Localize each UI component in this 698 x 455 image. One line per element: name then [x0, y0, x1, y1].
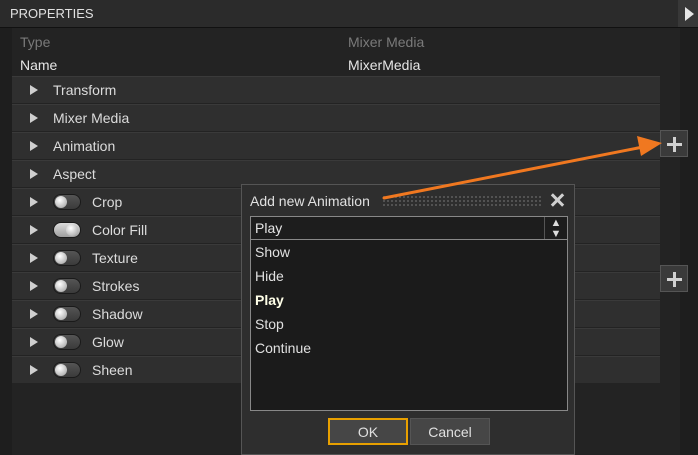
expand-triangle-icon[interactable]	[30, 197, 38, 207]
add-animation-plus-icon[interactable]	[660, 130, 688, 157]
cancel-button[interactable]: Cancel	[410, 418, 490, 445]
section-label: Mixer Media	[53, 110, 130, 126]
expand-triangle-icon[interactable]	[30, 309, 38, 319]
add-stroke-plus-icon[interactable]	[660, 265, 688, 292]
glow-toggle[interactable]	[53, 334, 81, 350]
section-label: Color Fill	[92, 222, 148, 238]
shadow-toggle[interactable]	[53, 306, 81, 322]
section-label: Crop	[92, 194, 123, 210]
add-animation-dialog: Add new Animation Play ▲ ▼ Show Hide Play…	[241, 184, 575, 455]
option-stop[interactable]: Stop	[251, 312, 567, 336]
close-icon[interactable]	[549, 192, 565, 208]
section-label: Texture	[92, 250, 138, 266]
option-play[interactable]: Play	[251, 288, 567, 312]
crop-toggle[interactable]	[53, 194, 81, 210]
texture-toggle[interactable]	[53, 250, 81, 266]
section-animation[interactable]: Animation	[12, 132, 660, 159]
type-value: Mixer Media	[348, 34, 425, 50]
section-mixer-media[interactable]: Mixer Media	[12, 104, 660, 131]
drag-grip[interactable]	[382, 195, 542, 206]
expand-triangle-icon[interactable]	[30, 365, 38, 375]
collapse-arrow-icon[interactable]	[678, 0, 698, 27]
panel-title: PROPERTIES	[10, 6, 94, 21]
sheen-toggle[interactable]	[53, 362, 81, 378]
section-label: Transform	[53, 82, 117, 98]
expand-triangle-icon[interactable]	[30, 141, 38, 151]
name-value[interactable]: MixerMedia	[348, 57, 420, 73]
section-label: Strokes	[92, 278, 140, 294]
expand-triangle-icon[interactable]	[30, 225, 38, 235]
option-continue[interactable]: Continue	[251, 336, 567, 360]
animation-options-list: Show Hide Play Stop Continue	[250, 240, 568, 411]
properties-header: PROPERTIES	[0, 0, 698, 28]
select-value: Play	[255, 220, 283, 236]
section-label: Glow	[92, 334, 124, 350]
section-label: Aspect	[53, 166, 96, 182]
name-label: Name	[20, 57, 58, 73]
expand-triangle-icon[interactable]	[30, 281, 38, 291]
section-transform[interactable]: Transform	[12, 76, 660, 103]
strokes-toggle[interactable]	[53, 278, 81, 294]
color-fill-toggle[interactable]	[53, 222, 81, 238]
expand-triangle-icon[interactable]	[30, 113, 38, 123]
expand-triangle-icon[interactable]	[30, 253, 38, 263]
section-label: Animation	[53, 138, 116, 154]
type-label: Type	[20, 34, 51, 50]
expand-triangle-icon[interactable]	[30, 169, 38, 179]
expand-triangle-icon[interactable]	[30, 85, 38, 95]
section-aspect[interactable]: Aspect	[12, 160, 660, 187]
option-hide[interactable]: Hide	[251, 264, 567, 288]
section-label: Sheen	[92, 362, 133, 378]
dialog-title: Add new Animation	[250, 193, 370, 209]
ok-button[interactable]: OK	[328, 418, 408, 445]
updown-chevron-icon[interactable]: ▲ ▼	[544, 217, 567, 240]
option-show[interactable]: Show	[251, 240, 567, 264]
animation-type-select[interactable]: Play ▲ ▼	[250, 216, 568, 240]
expand-triangle-icon[interactable]	[30, 337, 38, 347]
section-label: Shadow	[92, 306, 143, 322]
